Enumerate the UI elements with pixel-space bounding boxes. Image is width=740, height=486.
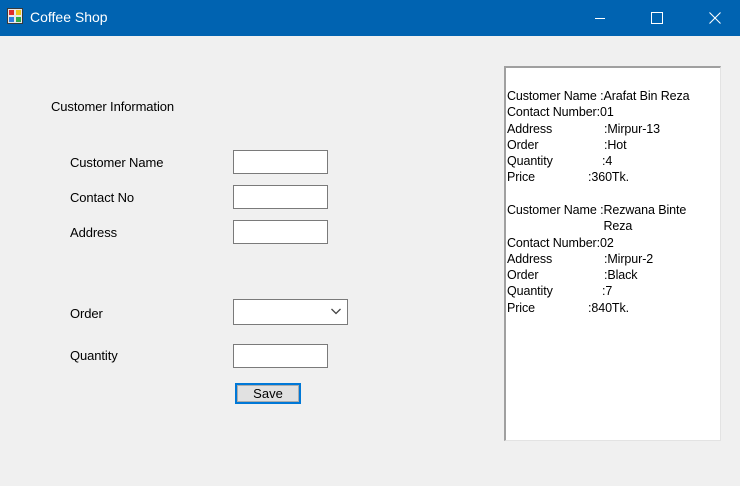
app-icon [7, 8, 23, 24]
record-value: :840Tk. [588, 300, 629, 315]
record-value: :4 [602, 154, 613, 169]
record-key: Quantity [507, 154, 553, 169]
record-value: Arafat Bin Reza [603, 89, 690, 103]
record-value: :7 [602, 284, 613, 299]
record-key: Price [507, 170, 535, 185]
address-input[interactable] [233, 220, 328, 244]
quantity-label: Quantity [70, 348, 118, 363]
record-row: Contact Number: 02 [507, 235, 712, 251]
record-row: Contact Number: 01 [507, 104, 712, 120]
order-record: Customer Name : Arafat Bin Reza Contact N… [507, 88, 712, 186]
record-value: :360Tk. [588, 170, 629, 185]
quantity-input[interactable] [233, 344, 328, 368]
record-key: Customer Name : [507, 89, 604, 103]
minimize-icon [595, 18, 605, 19]
minimize-button[interactable] [577, 0, 623, 36]
record-key: Price [507, 300, 535, 315]
record-value: 01 [599, 105, 614, 120]
record-row: Price :840Tk. [507, 300, 712, 316]
window-title: Coffee Shop [30, 9, 108, 25]
record-key: Contact Number: [507, 105, 600, 120]
address-label: Address [70, 225, 117, 240]
record-key: Order [507, 137, 539, 152]
record-row: Customer Name : Arafat Bin Reza [507, 88, 712, 104]
record-value: Rezwana Binte Reza [603, 203, 687, 234]
record-key: Customer Name : [507, 203, 604, 217]
record-value: :Black [604, 268, 638, 283]
title-bar[interactable]: Coffee Shop [0, 0, 740, 36]
record-value: :Hot [604, 137, 627, 152]
chevron-down-icon [331, 308, 341, 315]
maximize-icon [651, 12, 663, 24]
record-row: Quantity :4 [507, 153, 712, 169]
record-key: Order [507, 268, 539, 283]
record-value: :Mirpur-2 [604, 251, 654, 266]
record-key: Contact Number: [507, 235, 600, 250]
save-button[interactable]: Save [235, 383, 301, 404]
record-row: Customer Name : Rezwana Binte Reza [507, 202, 712, 235]
order-record: Customer Name : Rezwana Binte Reza Contac… [507, 202, 712, 316]
order-label: Order [70, 306, 103, 321]
contact-no-input[interactable] [233, 185, 328, 209]
record-key: Address [507, 121, 553, 136]
record-row: Order :Black [507, 267, 712, 283]
record-row: Address :Mirpur-2 [507, 251, 712, 267]
record-row: Address :Mirpur-13 [507, 121, 712, 137]
record-row: Order :Hot [507, 137, 712, 153]
maximize-button[interactable] [634, 0, 680, 36]
customer-information-heading: Customer Information [51, 99, 174, 114]
record-row: Quantity :7 [507, 283, 712, 299]
customer-name-input[interactable] [233, 150, 328, 174]
record-key: Quantity [507, 284, 553, 299]
close-button[interactable] [692, 0, 738, 36]
record-value: :Mirpur-13 [604, 121, 660, 136]
record-value: 02 [599, 235, 614, 250]
close-icon [709, 12, 721, 24]
contact-no-label: Contact No [70, 190, 135, 205]
record-row: Price :360Tk. [507, 169, 712, 185]
record-key: Address [507, 251, 553, 266]
orders-output-panel[interactable]: Customer Name : Arafat Bin Reza Contact N… [504, 66, 721, 441]
customer-name-label: Customer Name [70, 155, 164, 170]
order-dropdown[interactable] [233, 299, 348, 325]
